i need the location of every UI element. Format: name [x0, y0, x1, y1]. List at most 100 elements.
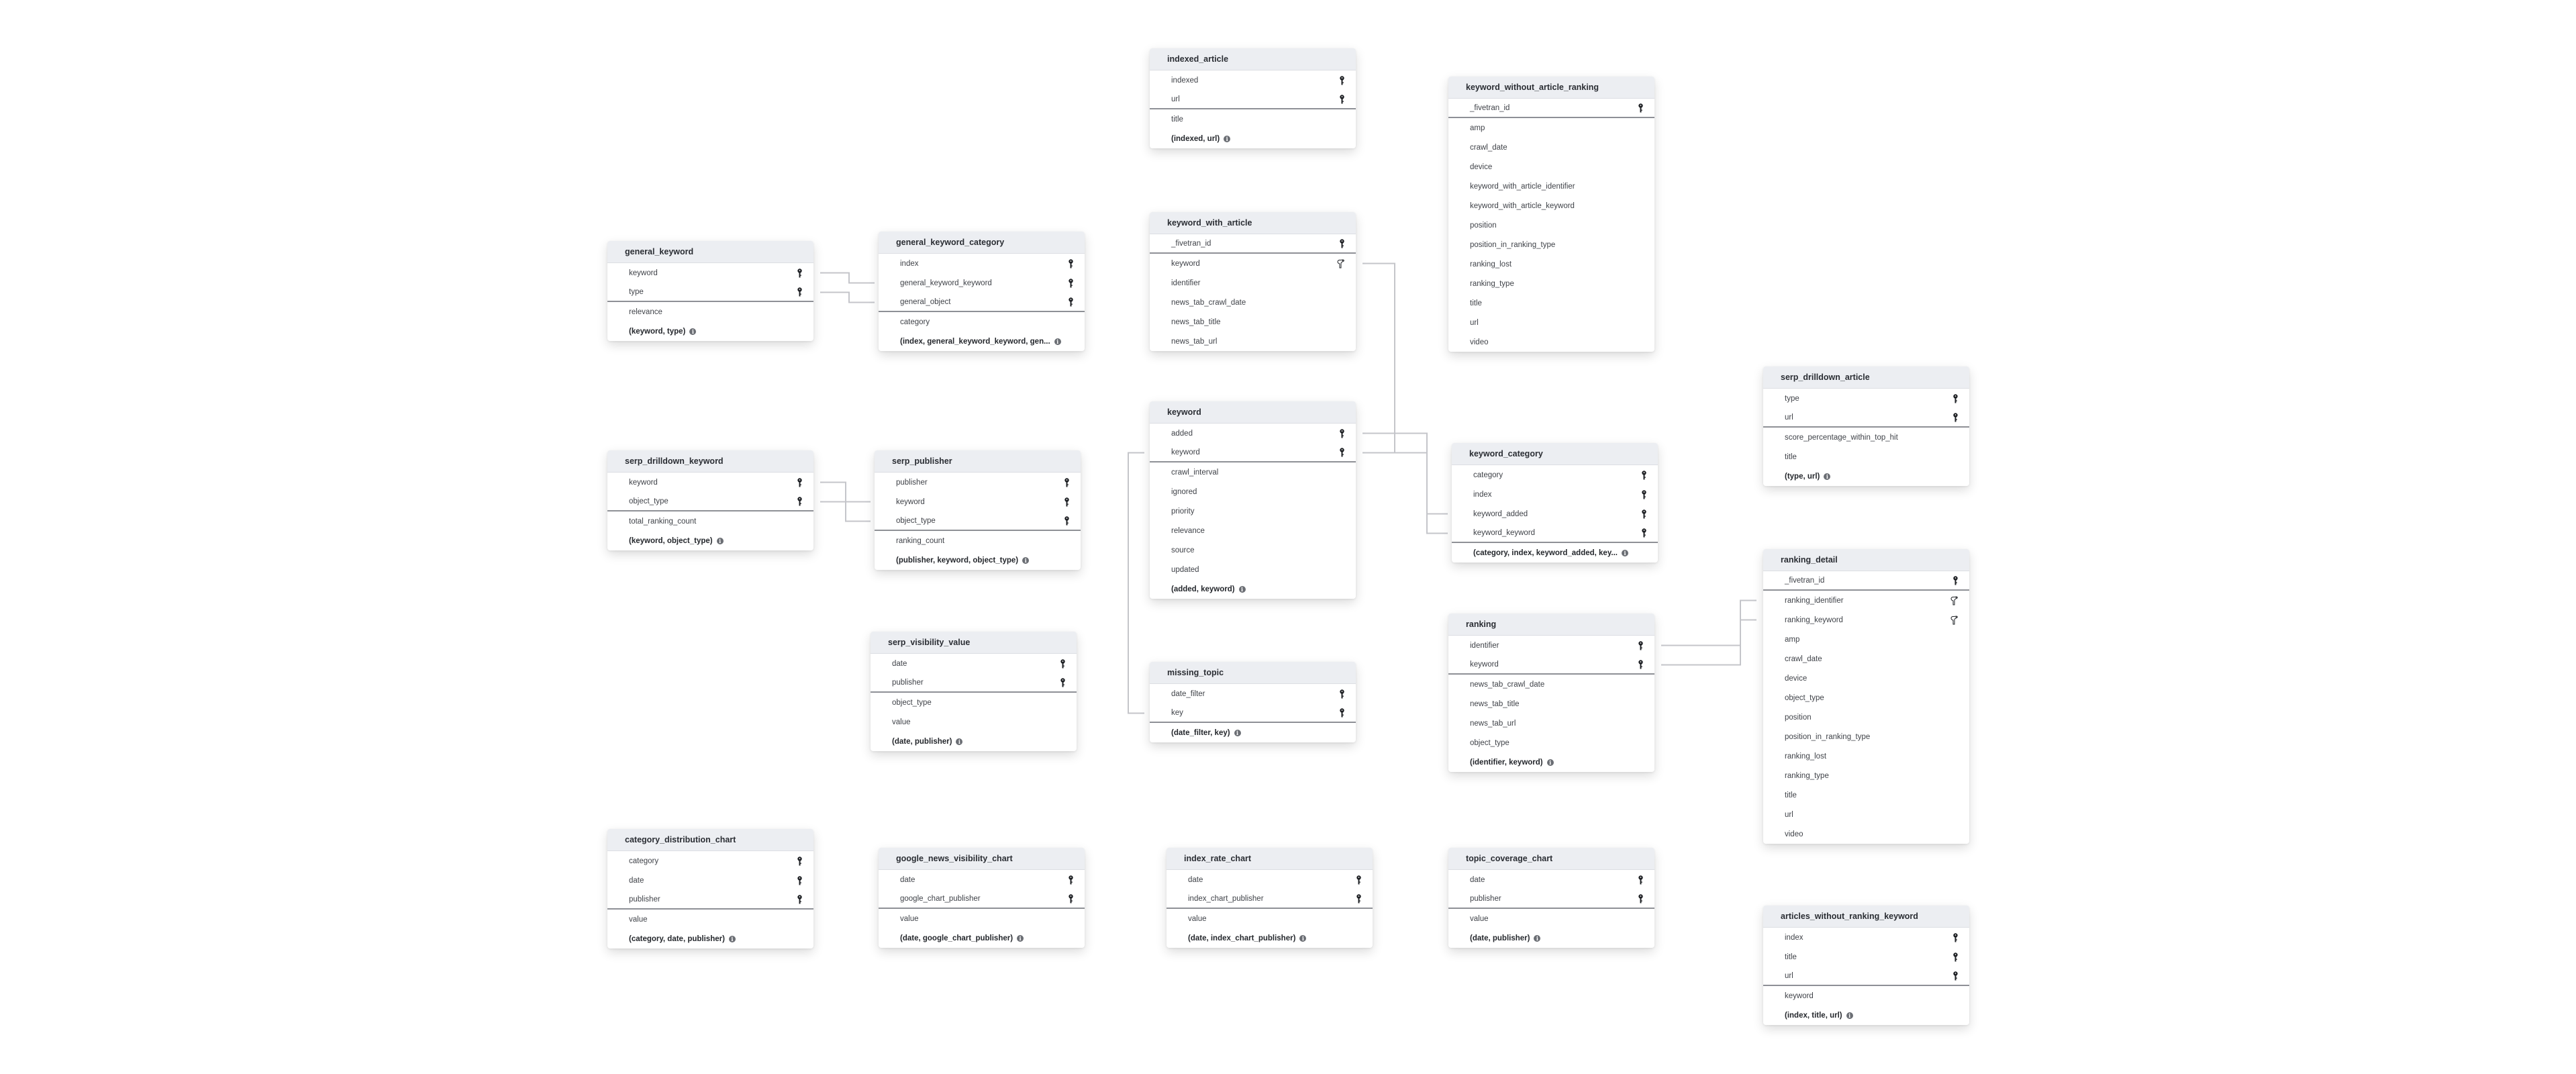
info-icon[interactable]: i: [716, 537, 724, 544]
foreign-key-column[interactable]: keyword: [1150, 254, 1356, 273]
primary-key-column[interactable]: keyword: [875, 492, 1081, 511]
composite-key[interactable]: (keyword, type) i: [607, 322, 813, 341]
column[interactable]: value: [607, 910, 813, 929]
composite-key[interactable]: (identifier, keyword) i: [1448, 752, 1654, 772]
info-icon[interactable]: i: [1054, 338, 1061, 345]
column[interactable]: crawl_date: [1448, 138, 1654, 157]
column[interactable]: value: [1167, 909, 1373, 928]
table-general-keyword-category[interactable]: general_keyword_category index general_key…: [879, 232, 1085, 351]
table-title[interactable]: articles_without_ranking_keyword: [1763, 906, 1969, 928]
composite-key[interactable]: (index, title, url) i: [1763, 1006, 1969, 1025]
table-title[interactable]: index_rate_chart: [1167, 848, 1373, 870]
composite-key[interactable]: (category, date, publisher) i: [607, 929, 813, 948]
column[interactable]: value: [1448, 909, 1654, 928]
column[interactable]: keyword: [1763, 986, 1969, 1006]
table-title[interactable]: serp_publisher: [875, 450, 1081, 473]
primary-key-column[interactable]: indexed: [1150, 70, 1356, 90]
column[interactable]: value: [871, 712, 1077, 732]
table-google-news-visibility-chart[interactable]: google_news_visibility_chart date google_c…: [879, 848, 1085, 948]
column[interactable]: news_tab_url: [1448, 714, 1654, 733]
column[interactable]: news_tab_title: [1150, 312, 1356, 332]
table-ranking-detail[interactable]: ranking_detail _fivetran_id ranking_identi…: [1763, 549, 1969, 844]
primary-key-column[interactable]: index: [1452, 485, 1658, 504]
table-articles-without-ranking-keyword[interactable]: articles_without_ranking_keyword index tit…: [1763, 906, 1969, 1025]
info-icon[interactable]: i: [1534, 934, 1541, 942]
info-icon[interactable]: i: [1017, 934, 1024, 942]
info-icon[interactable]: i: [689, 328, 697, 335]
column[interactable]: crawl_date: [1763, 649, 1969, 669]
column[interactable]: video: [1448, 332, 1654, 352]
column[interactable]: identifier: [1150, 273, 1356, 293]
table-general-keyword[interactable]: general_keyword keyword type relevance (keyw…: [607, 241, 813, 341]
primary-key-column[interactable]: date: [607, 871, 813, 890]
column[interactable]: position_in_ranking_type: [1448, 235, 1654, 254]
table-title[interactable]: category_distribution_chart: [607, 829, 813, 851]
primary-key-column[interactable]: added: [1150, 424, 1356, 443]
primary-key-column[interactable]: keyword: [607, 263, 813, 283]
table-serp-drilldown-keyword[interactable]: serp_drilldown_keyword keyword object_type…: [607, 450, 813, 550]
column[interactable]: source: [1150, 540, 1356, 560]
composite-key[interactable]: (date, publisher) i: [1448, 928, 1654, 948]
composite-key[interactable]: (date, index_chart_publisher) i: [1167, 928, 1373, 948]
column[interactable]: position: [1448, 215, 1654, 235]
primary-key-column[interactable]: general_keyword_keyword: [879, 273, 1085, 293]
column[interactable]: category: [879, 312, 1085, 332]
composite-key[interactable]: (keyword, object_type) i: [607, 531, 813, 550]
column[interactable]: video: [1763, 824, 1969, 844]
column[interactable]: amp: [1448, 118, 1654, 138]
column[interactable]: device: [1763, 669, 1969, 688]
table-keyword[interactable]: keyword added keyword crawl_interval ignored…: [1150, 401, 1356, 599]
table-title[interactable]: ranking: [1448, 614, 1654, 636]
primary-key-column[interactable]: identifier: [1448, 636, 1654, 655]
primary-key-column[interactable]: object_type: [607, 492, 813, 511]
table-keyword-category[interactable]: keyword_category category index keyword_add…: [1452, 443, 1658, 563]
primary-key-column[interactable]: date: [1167, 870, 1373, 889]
primary-key-column[interactable]: category: [607, 851, 813, 871]
primary-key-column[interactable]: type: [607, 283, 813, 302]
primary-key-column[interactable]: index: [879, 254, 1085, 273]
column[interactable]: keyword_with_article_keyword: [1448, 196, 1654, 215]
column[interactable]: news_tab_crawl_date: [1448, 675, 1654, 694]
column[interactable]: ignored: [1150, 482, 1356, 501]
table-title[interactable]: serp_drilldown_article: [1763, 367, 1969, 389]
primary-key-column[interactable]: keyword_added: [1452, 504, 1658, 524]
info-icon[interactable]: i: [728, 935, 736, 942]
column[interactable]: value: [879, 909, 1085, 928]
table-ranking[interactable]: ranking identifier keyword news_tab_crawl_d…: [1448, 614, 1654, 772]
column[interactable]: news_tab_crawl_date: [1150, 293, 1356, 312]
column[interactable]: device: [1448, 157, 1654, 177]
table-title[interactable]: missing_topic: [1150, 662, 1356, 684]
table-topic-coverage-chart[interactable]: topic_coverage_chart date publisher value (d…: [1448, 848, 1654, 948]
composite-key[interactable]: (added, keyword) i: [1150, 579, 1356, 599]
primary-key-column[interactable]: url: [1150, 90, 1356, 109]
column[interactable]: object_type: [871, 693, 1077, 712]
column[interactable]: position_in_ranking_type: [1763, 727, 1969, 746]
primary-key-column[interactable]: category: [1452, 465, 1658, 485]
column[interactable]: position: [1763, 707, 1969, 727]
column[interactable]: news_tab_url: [1150, 332, 1356, 351]
table-title[interactable]: keyword_with_article: [1150, 212, 1356, 234]
table-serp-visibility-value[interactable]: serp_visibility_value date publisher object…: [871, 632, 1077, 751]
info-icon[interactable]: i: [1234, 729, 1241, 736]
column[interactable]: crawl_interval: [1150, 462, 1356, 482]
table-missing-topic[interactable]: missing_topic date_filter key (date_filter,…: [1150, 662, 1356, 742]
info-icon[interactable]: i: [1546, 759, 1554, 766]
table-title[interactable]: keyword_category: [1452, 443, 1658, 465]
primary-key-column[interactable]: _fivetran_id: [1763, 571, 1969, 591]
column[interactable]: title: [1448, 293, 1654, 313]
table-title[interactable]: indexed_article: [1150, 48, 1356, 70]
primary-key-column[interactable]: title: [1763, 947, 1969, 967]
foreign-key-column[interactable]: ranking_keyword: [1763, 610, 1969, 630]
primary-key-column[interactable]: publisher: [1448, 889, 1654, 909]
column[interactable]: title: [1763, 785, 1969, 805]
primary-key-column[interactable]: google_chart_publisher: [879, 889, 1085, 909]
column[interactable]: title: [1763, 447, 1969, 467]
primary-key-column[interactable]: publisher: [871, 673, 1077, 693]
primary-key-column[interactable]: date: [879, 870, 1085, 889]
column[interactable]: relevance: [607, 302, 813, 322]
primary-key-column[interactable]: _fivetran_id: [1448, 99, 1654, 118]
primary-key-column[interactable]: keyword: [1150, 443, 1356, 462]
composite-key[interactable]: (date, publisher) i: [871, 732, 1077, 751]
primary-key-column[interactable]: key: [1150, 703, 1356, 723]
column[interactable]: total_ranking_count: [607, 511, 813, 531]
